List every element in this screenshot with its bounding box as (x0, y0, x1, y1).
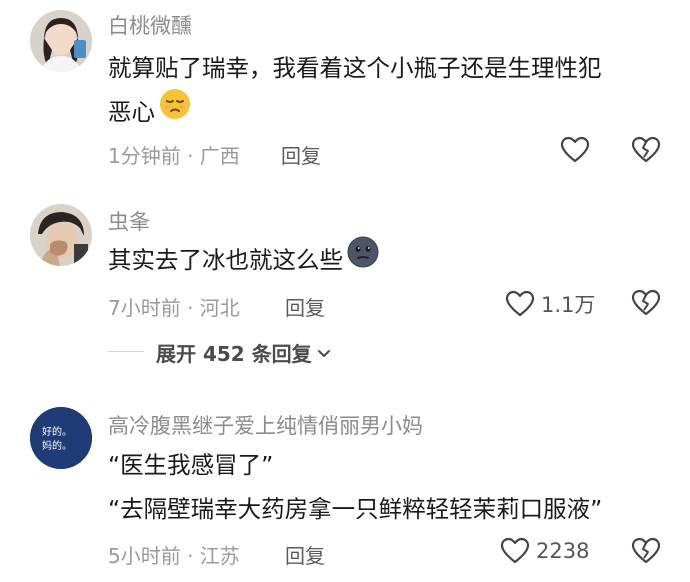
like-count: 2238 (536, 539, 590, 563)
dislike-button[interactable] (631, 136, 661, 168)
reply-button[interactable]: 回复 (285, 292, 325, 321)
like-button[interactable] (560, 136, 590, 164)
time-location: 7小时前 · 河北 (108, 296, 240, 320)
comment-text: “医生我感冒了” “去隔壁瑞幸大药房拿一只鲜粹轻轻茉莉口服液” (108, 443, 668, 531)
comment-text: 就算贴了瑞幸，我看着这个小瓶子还是生理性犯 恶心 (108, 46, 668, 134)
username[interactable]: 虫夆 (108, 206, 150, 236)
broken-heart-icon (631, 537, 661, 564)
comment-text: 其实去了冰也就这么些 (108, 236, 668, 282)
time-location: 1分钟前 · 广西 (108, 144, 240, 168)
like-button[interactable]: 1.1万 (505, 289, 595, 319)
reply-button[interactable]: 回复 (285, 540, 325, 569)
like-button[interactable]: 2238 (500, 537, 589, 565)
avatar-text-line-2: 妈的。 (42, 439, 72, 452)
username[interactable]: 高冷腹黑继子爱上纯情俏丽男小妈 (108, 410, 423, 440)
comment-text-line: 就算贴了瑞幸，我看着这个小瓶子还是生理性犯 (108, 54, 602, 82)
comment-text-line: 恶心 (108, 98, 155, 126)
broken-heart-icon (631, 136, 661, 163)
broken-heart-icon (631, 289, 661, 316)
comment-text-line: “医生我感冒了” (108, 451, 274, 479)
expand-divider (108, 351, 144, 352)
chevron-down-icon (317, 349, 330, 357)
dislike-button[interactable] (631, 537, 661, 569)
time-location: 5小时前 · 江苏 (108, 544, 240, 568)
comment-text-line: “去隔壁瑞幸大药房拿一只鲜粹轻轻茉莉口服液” (108, 495, 603, 523)
username[interactable]: 白桃微醺 (108, 10, 192, 40)
heart-icon (500, 537, 530, 564)
heart-icon (505, 290, 535, 317)
avatar[interactable] (30, 204, 92, 266)
expand-replies-button[interactable]: 展开 452 条回复 (156, 338, 332, 367)
gray-face-emoji (347, 236, 379, 282)
avatar[interactable]: 好的。 妈的。 (30, 407, 92, 469)
expand-replies-label: 展开 452 条回复 (156, 342, 312, 366)
avatar[interactable] (30, 10, 92, 72)
like-count: 1.1万 (541, 293, 596, 317)
pensive-face-emoji (159, 88, 191, 134)
heart-icon (560, 136, 590, 163)
reply-button[interactable]: 回复 (281, 140, 321, 169)
dislike-button[interactable] (631, 289, 661, 321)
avatar-text-line-1: 好的。 (42, 425, 72, 438)
comment-text-line: 其实去了冰也就这么些 (108, 246, 343, 274)
